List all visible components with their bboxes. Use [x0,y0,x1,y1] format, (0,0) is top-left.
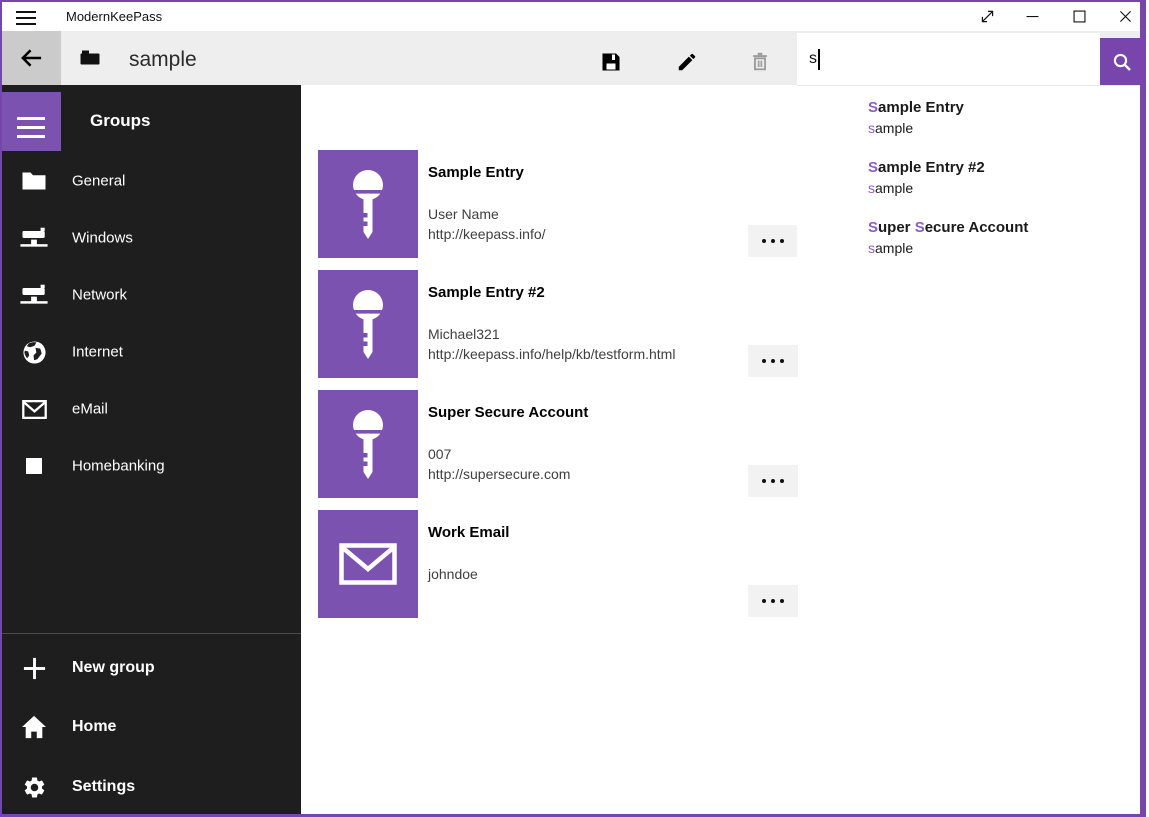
sidebar-hamburger-button[interactable] [2,92,61,151]
app-window: ModernKeePass [0,0,1146,817]
database-icon [80,50,100,65]
entry-row: Sample Entry User Name http://keepass.in… [318,150,848,258]
suggestion-title: Super Secure Account [868,218,1118,238]
entry-title: Sample Entry #2 [428,284,545,301]
sidebar-item-label: New group [72,659,155,677]
minimize-button[interactable] [1011,2,1053,31]
back-button[interactable] [2,31,61,85]
plus-icon [20,654,48,682]
key-icon [346,406,390,482]
entry-url: http://keepass.info/help/kb/testform.htm… [428,344,675,364]
mail-icon [339,543,397,585]
maximize-button[interactable] [1058,2,1100,31]
text-caret [818,49,820,70]
sidebar-divider [2,633,301,634]
suggestion-title: Sample Entry #2 [868,158,1118,178]
entry-username: User Name [428,204,546,224]
entry-url: http://supersecure.com [428,464,570,484]
sidebar-item-label: Settings [72,778,135,796]
sidebar-item-settings[interactable]: Settings [2,765,301,809]
suggestion-subtitle: sample [868,238,1118,258]
sidebar-item-label: Homebanking [72,458,165,475]
fullscreen-icon [979,8,996,25]
sidebar-item-label: Internet [72,344,123,361]
entry-url: http://keepass.info/ [428,224,546,244]
window-border-top [0,0,1146,2]
database-title: sample [129,48,197,72]
sidebar-item-internet[interactable]: Internet [2,332,301,372]
suggestion-subtitle: sample [868,118,1118,138]
search-input-value: s [809,50,817,68]
entry-tile[interactable] [318,270,418,378]
sidebar-item-email[interactable]: eMail [2,389,301,429]
delete-icon [749,51,771,73]
network-icon [20,281,48,309]
mail-icon [20,395,48,423]
search-button[interactable] [1100,38,1143,85]
key-icon [346,286,390,362]
sidebar-item-label: Windows [72,230,133,247]
sidebar-item-home[interactable]: Home [2,705,301,749]
home-icon [20,713,48,741]
suggestion-title: Sample Entry [868,98,1118,118]
delete-button[interactable] [738,40,782,84]
entry-title: Sample Entry [428,164,524,181]
sidebar-item-label: Network [72,287,127,304]
titlebar-hamburger-icon[interactable] [16,11,36,25]
entry-more-button[interactable] [748,585,798,617]
sidebar-item-label: eMail [72,401,108,418]
entry-tile[interactable] [318,510,418,618]
save-icon [600,51,622,73]
search-suggestion[interactable]: Sample Entry sample [868,98,1118,146]
square-icon [20,452,48,480]
sidebar-item-general[interactable]: General [2,161,301,201]
app-title: ModernKeePass [66,9,162,24]
search-suggestions-flyout: Sample Entry sample Sample Entry #2 samp… [797,85,1140,281]
window-border-left [0,0,2,817]
sidebar-item-new-group[interactable]: New group [2,646,301,690]
titlebar: ModernKeePass [2,2,1140,31]
entry-title: Work Email [428,524,509,541]
entry-tile[interactable] [318,390,418,498]
entry-more-button[interactable] [748,345,798,377]
search-icon [1111,51,1133,73]
sidebar-item-label: General [72,173,125,190]
entry-username: 007 [428,444,570,464]
entry-tile[interactable] [318,150,418,258]
sidebar-heading: Groups [90,111,150,131]
entry-username: Michael321 [428,324,675,344]
entry-username: johndoe [428,564,478,584]
entry-row: Work Email johndoe [318,510,848,618]
search-suggestion[interactable]: Sample Entry #2 sample [868,158,1118,206]
sidebar-item-label: Home [72,718,116,736]
maximize-icon [1071,8,1088,25]
fullscreen-button[interactable] [966,2,1008,31]
edit-button[interactable] [665,40,709,84]
window-border-right [1140,0,1146,817]
save-button[interactable] [589,40,633,84]
entry-row: Super Secure Account 007 http://supersec… [318,390,848,498]
network-icon [20,224,48,252]
folder-icon [20,167,48,195]
minimize-icon [1024,8,1041,25]
sidebar: Groups General Windows [2,85,301,814]
edit-icon [676,51,698,73]
close-icon [1117,8,1134,25]
entry-title: Super Secure Account [428,404,588,421]
gear-icon [20,773,48,801]
suggestion-subtitle: sample [868,178,1118,198]
globe-icon [20,338,48,366]
entry-more-button[interactable] [748,465,798,497]
key-icon [346,166,390,242]
sidebar-item-windows[interactable]: Windows [2,218,301,258]
back-arrow-icon [19,47,44,69]
sidebar-item-homebanking[interactable]: Homebanking [2,446,301,486]
search-suggestion[interactable]: Super Secure Account sample [868,218,1118,266]
entry-row: Sample Entry #2 Michael321 http://keepas… [318,270,848,378]
sidebar-item-network[interactable]: Network [2,275,301,315]
search-input[interactable]: s [797,33,1100,85]
entry-more-button[interactable] [748,225,798,257]
